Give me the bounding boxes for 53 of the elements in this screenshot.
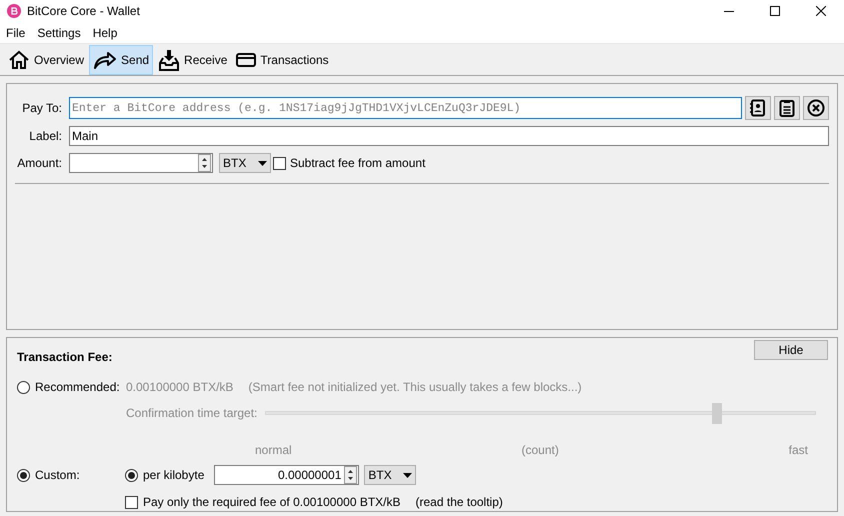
checkbox-label: Subtract fee from amount — [290, 155, 426, 172]
slider-label: Confirmation time target: — [126, 405, 258, 422]
field-label: Pay To: — [21, 100, 63, 117]
address-book-button[interactable] — [745, 96, 771, 120]
arrow-icon — [93, 50, 118, 70]
toolbar-tab[interactable]: Overview — [4, 44, 88, 75]
checkbox[interactable] — [125, 496, 138, 508]
radio-button[interactable] — [125, 468, 138, 482]
toolbar-tab[interactable]: Transactions — [232, 44, 333, 75]
paste-button[interactable] — [774, 96, 800, 120]
caret-icon — [258, 160, 267, 166]
label-field[interactable]: Main — [69, 126, 829, 146]
hide-button[interactable]: Hide — [754, 340, 828, 360]
slider-tick-label: fast — [788, 442, 808, 459]
maximize-icon — [770, 6, 780, 16]
tooltip-hint: (read the tooltip) — [416, 494, 503, 511]
toolbar-tab[interactable]: Send — [89, 44, 154, 75]
clear-button[interactable] — [803, 96, 829, 120]
card-icon — [236, 52, 256, 68]
fee-rate: 0.00100000 BTX/kB — [126, 379, 234, 396]
fee-note: (Smart fee not initialized yet. This usually takes a few blocks...) — [248, 379, 582, 396]
inbox-icon — [158, 48, 180, 71]
radio-label: per kilobyte — [143, 467, 204, 484]
close-icon — [816, 6, 826, 16]
checkbox-label: Pay only the required fee of 0.00100000 BTX/kB — [143, 494, 401, 511]
menu-item[interactable]: Settings — [31, 24, 87, 42]
menu-item[interactable]: Help — [86, 24, 124, 42]
checkbox[interactable] — [273, 156, 286, 170]
slider-tick-label: (count) — [521, 442, 559, 459]
menu-item[interactable]: File — [0, 24, 32, 42]
clear-icon — [807, 99, 825, 117]
window-title: BitCore Core - Wallet — [27, 3, 140, 20]
radio-label: Custom: — [35, 467, 80, 484]
house-icon — [8, 50, 30, 70]
caret-icon — [403, 472, 412, 478]
unit-dropdown[interactable]: BTX — [219, 153, 271, 173]
field-label: Label: — [28, 128, 63, 145]
toolbar-tab[interactable]: Receive — [154, 44, 232, 75]
radio-button[interactable] — [17, 468, 30, 482]
app-logo-icon — [7, 4, 21, 18]
slider-tick-label: normal — [255, 442, 292, 459]
fee-field[interactable]: 0.00000001 — [214, 465, 360, 485]
amount-field[interactable] — [69, 153, 213, 173]
radio-label: Recommended: — [35, 379, 120, 396]
unit-dropdown[interactable]: BTX — [364, 465, 416, 485]
spin-buttons[interactable] — [198, 154, 211, 172]
address-field[interactable]: Enter a BitCore address (e.g. 1NS17iag9jJgTHD1VXjvLCEnZuQ3rJDE9L) — [69, 97, 742, 119]
address-book-icon — [749, 99, 767, 117]
spin-buttons[interactable] — [344, 466, 358, 484]
field-label: Amount: — [16, 155, 63, 172]
minimize-icon — [724, 10, 734, 12]
clipboard-icon — [779, 99, 795, 117]
section-title: Transaction Fee: — [17, 349, 112, 366]
